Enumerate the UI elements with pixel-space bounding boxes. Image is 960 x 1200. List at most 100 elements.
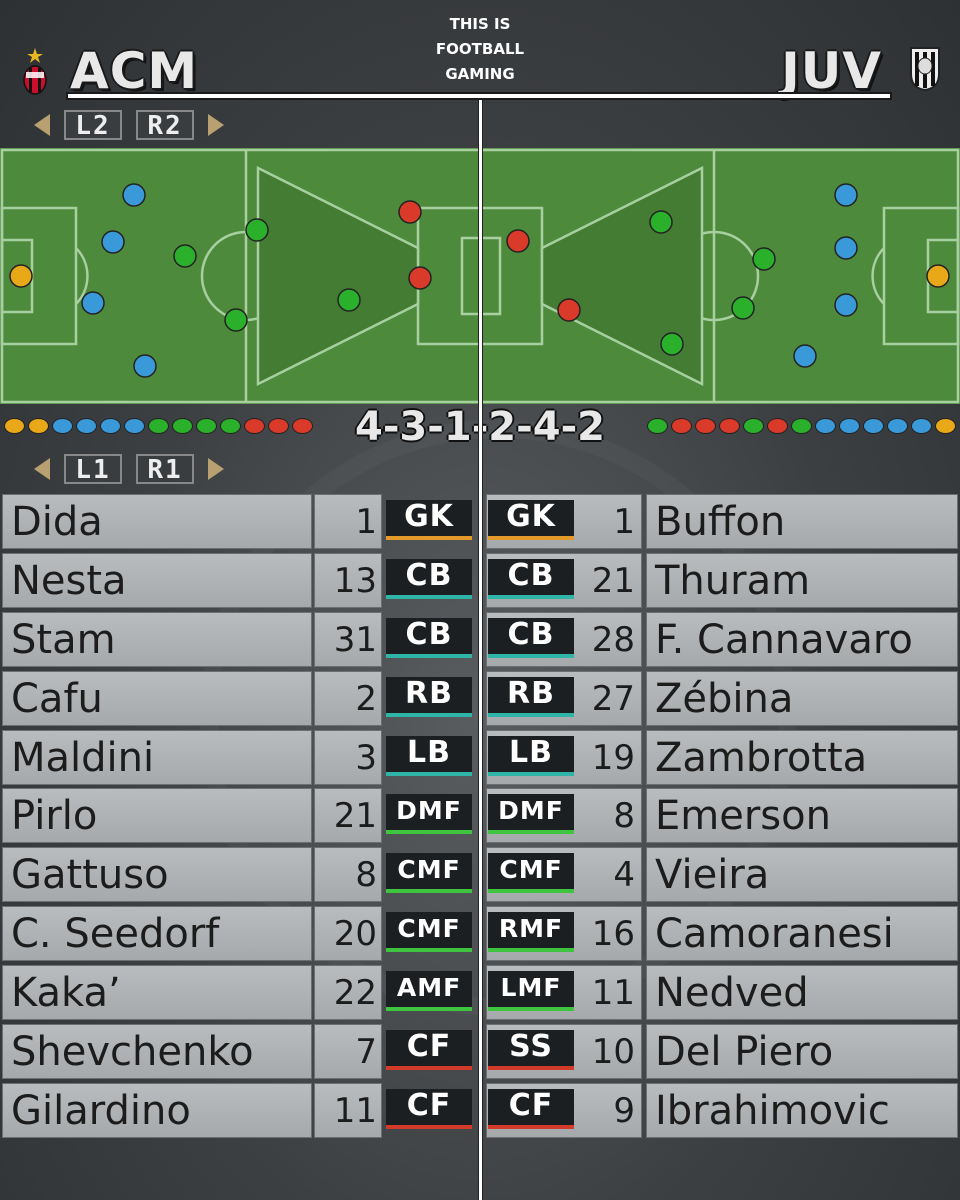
position-badge: CF [386,1030,472,1071]
away-role-dot [935,418,956,434]
away-role-dot [863,418,884,434]
player-number: 22 [314,965,382,1021]
player-number: 11 [314,1082,382,1138]
player-name: F. Cannavaro [646,611,958,667]
home-role-dot [100,418,121,434]
player-marker-maldini [133,354,157,378]
home-role-dot [28,418,49,434]
player-name: Shevchenko [2,1024,312,1080]
position-badge: CB [386,617,472,658]
player-name: Dida [2,494,312,549]
position-badge: RB [488,676,574,717]
l2-button[interactable]: L2 [64,110,122,140]
player-marker-gattuso [245,218,269,242]
position-badge: LB [488,735,574,776]
player-number: 8 [314,847,382,903]
player-name: C. Seedorf [2,906,312,962]
away-role-dot [647,418,668,434]
player-marker-camoranesi [649,210,673,234]
position-badge: CMF [488,853,574,894]
brand-line-3: GAMING [445,65,515,83]
l1-button[interactable]: L1 [64,454,122,484]
home-role-dot [124,418,145,434]
position-badge: CB [488,617,574,658]
position-badge: CB [386,558,472,599]
away-role-dot [695,418,716,434]
player-number: 13 [314,552,382,608]
away-role-dot [743,418,764,434]
juventus-crest-icon [910,47,940,92]
home-role-dot [76,418,97,434]
player-marker-cannavaro [834,293,858,317]
player-name: Nedved [646,965,958,1021]
player-marker-ibrahimovic [506,229,530,253]
r2-button[interactable]: R2 [136,110,194,140]
position-badge: CB [488,558,574,599]
position-badge: CMF [386,912,472,953]
home-role-dot [52,418,73,434]
player-name: Gattuso [2,847,312,903]
player-name: Buffon [646,494,958,549]
right-arrow-icon[interactable] [208,114,224,136]
away-role-dot [719,418,740,434]
player-marker-kaka [337,288,361,312]
player-name: Zambrotta [646,729,958,785]
position-badge: DMF [488,794,574,835]
player-marker-zambrotta [793,344,817,368]
player-name: Ibrahimovic [646,1082,958,1138]
player-name: Pirlo [2,788,312,844]
right-arrow-icon[interactable] [208,458,224,480]
player-number: 21 [314,788,382,844]
formation-view-switcher: L2 R2 [34,110,224,140]
player-number: 3 [314,729,382,785]
home-role-dot [196,418,217,434]
brand-line-1: THIS IS [449,15,511,33]
player-name: Nesta [2,552,312,608]
position-badge: GK [386,500,472,540]
position-badge: CF [386,1088,472,1129]
player-name: Emerson [646,788,958,844]
home-role-dot [220,418,241,434]
home-role-dot [4,418,25,434]
position-badge: AMF [386,971,472,1012]
away-role-dot [767,418,788,434]
player-marker-dida [9,264,33,288]
away-role-dot [791,418,812,434]
player-name: Kaka’ [2,965,312,1021]
position-badge: DMF [386,794,472,835]
player-number: 20 [314,906,382,962]
player-marker-buffon [926,264,950,288]
player-number: 7 [314,1024,382,1080]
left-arrow-icon[interactable] [34,458,50,480]
player-number: 1 [314,494,382,549]
away-role-dot [671,418,692,434]
home-role-dot [268,418,289,434]
player-name: Thuram [646,552,958,608]
player-name: Maldini [2,729,312,785]
home-role-dot [148,418,169,434]
player-number: 31 [314,611,382,667]
player-marker-zebina [834,183,858,207]
player-marker-nesta [101,230,125,254]
position-badge: LMF [488,971,574,1012]
home-role-dot [244,418,265,434]
left-arrow-icon[interactable] [34,114,50,136]
away-role-dot [839,418,860,434]
away-role-dots [647,418,956,434]
away-role-dot [911,418,932,434]
player-marker-emerson [752,247,776,271]
player-name: Cafu [2,670,312,726]
position-badge: SS [488,1030,574,1071]
player-number: 2 [314,670,382,726]
player-marker-cafu [122,183,146,207]
away-role-dot [887,418,908,434]
position-badge: GK [488,500,574,540]
player-name: Stam [2,611,312,667]
r1-button[interactable]: R1 [136,454,194,484]
position-badge: CF [488,1088,574,1129]
player-marker-nedved [660,332,684,356]
player-name: Vieira [646,847,958,903]
brand-watermark: THIS IS FOOTBALL GAMING [400,12,560,87]
overlay-center-line [478,100,483,1200]
player-name: Zébina [646,670,958,726]
